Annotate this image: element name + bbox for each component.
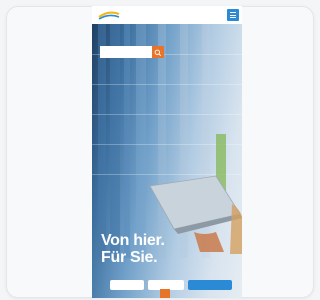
headline-line-1: Von hier.	[101, 232, 165, 249]
hero-button-3[interactable]	[188, 280, 232, 290]
search-button[interactable]	[152, 46, 164, 58]
hero-button-1[interactable]	[110, 280, 144, 290]
search-bar	[100, 46, 164, 58]
company-logo[interactable]	[98, 9, 120, 21]
hero-buttons	[110, 280, 242, 290]
site-header	[92, 6, 242, 25]
hero-image: Von hier. Für Sie.	[92, 24, 242, 298]
mobile-preview: Von hier. Für Sie.	[92, 6, 242, 298]
headline-line-2: Für Sie.	[101, 249, 158, 266]
menu-button[interactable]	[227, 9, 239, 21]
hero-headline: Von hier. Für Sie.	[101, 232, 191, 266]
search-icon	[154, 49, 162, 57]
scroll-indicator[interactable]	[160, 289, 170, 298]
search-input[interactable]	[100, 46, 152, 58]
